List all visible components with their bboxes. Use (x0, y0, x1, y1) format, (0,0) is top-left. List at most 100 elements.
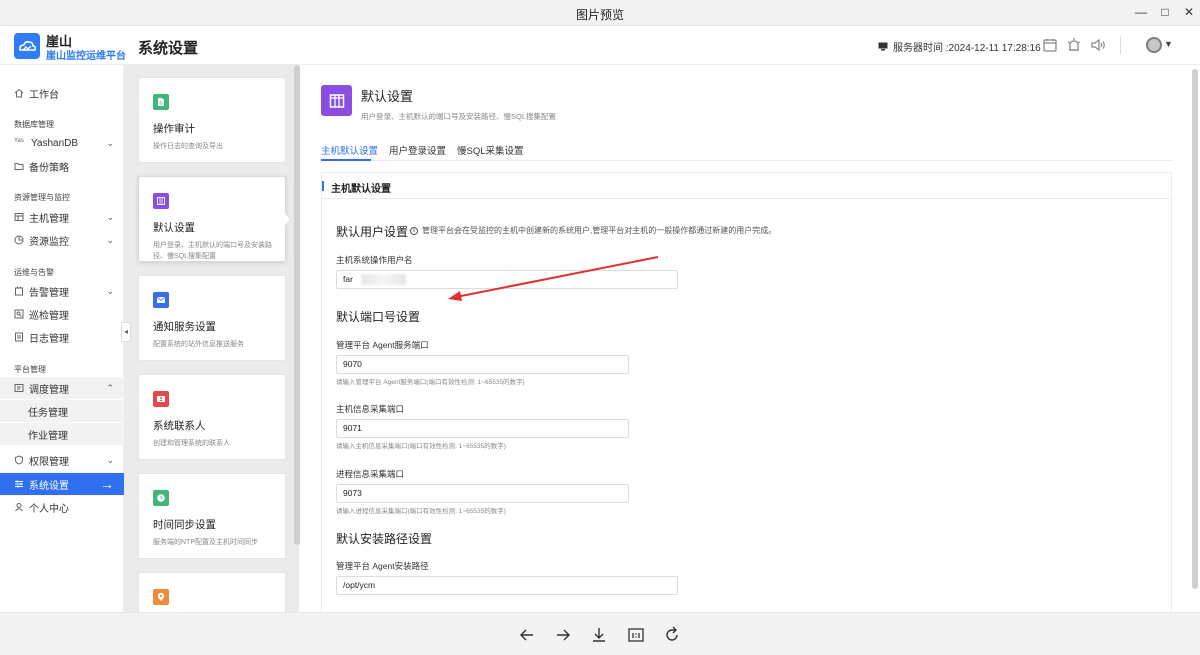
download-icon[interactable] (589, 625, 609, 645)
actual-size-icon[interactable] (626, 625, 646, 645)
arrow-left-icon[interactable] (517, 625, 537, 645)
arrow-right-icon: → (100, 476, 114, 492)
sidebar-item-yashandb[interactable]: Yas YashanDB ⌄ (0, 132, 124, 154)
maximize-button[interactable]: □ (1154, 2, 1176, 22)
tab-host-defaults[interactable]: 主机默认设置 (321, 143, 378, 157)
card-system-contacts[interactable]: 系统联系人 创建和管理系统的联系人 (138, 374, 286, 460)
schedule-icon (14, 383, 24, 393)
port-section-title: 默认端口号设置 (336, 308, 420, 325)
sidebar-item-label: 个人中心 (29, 500, 69, 515)
user-avatar[interactable] (1146, 37, 1162, 53)
card-desc: 用户登录、主机默认的端口号及安装路径、慢SQL搜集配置 (153, 240, 275, 262)
app-frame: 崖山 崖山监控运维平台 系统设置 服务器时间 :2024-12-11 17:28… (0, 26, 1200, 612)
sidebar-item-label: YashanDB (31, 138, 78, 149)
arrow-right-icon[interactable] (553, 625, 573, 645)
install-path-value: /opt/ycm (343, 580, 375, 590)
sidebar-item-label: 日志管理 (29, 330, 69, 345)
sidebar: 工作台 数据库管理 Yas YashanDB ⌄ 备份策略 资源管理与监控 主机… (0, 65, 124, 612)
main-content: 默认设置 用户登录、主机默认的端口号及安装路径、慢SQL搜集配置 主机默认设置 … (300, 65, 1200, 612)
tab-slow-sql[interactable]: 慢SQL采集设置 (457, 143, 524, 157)
default-settings-icon-bg (321, 85, 352, 116)
info-icon: i (410, 227, 418, 235)
host-port-input[interactable]: 9071 (336, 419, 629, 438)
sidebar-subitem-task-mgmt[interactable]: 任务管理 (0, 400, 124, 422)
settings-card-list: 操作审计 操作日志的查询及导出 默认设置 用户登录、主机默认的端口号及安装路径、… (124, 65, 299, 612)
sidebar-item-schedule-mgmt[interactable]: 调度管理 ⌃ (0, 377, 124, 399)
settings-grid-icon (156, 196, 166, 206)
card-desc: 配置系统的站外信息推送服务 (153, 339, 275, 350)
alarm-lamp-icon[interactable] (1066, 37, 1082, 53)
sidebar-item-inspection-mgmt[interactable]: 巡检管理 (0, 303, 124, 325)
sidebar-item-label: 系统设置 (29, 477, 69, 492)
sidebar-item-log-mgmt[interactable]: 日志管理 (0, 326, 124, 348)
card-icon-bg (153, 94, 169, 110)
host-port-help: 请输入主机信息采集端口(端口有效性检测: 1~65535的数字) (336, 440, 506, 450)
contact-icon (156, 394, 166, 404)
card-next-setting[interactable] (138, 572, 286, 612)
calendar-icon[interactable] (1042, 37, 1058, 53)
main-scrollbar[interactable] (1192, 69, 1198, 609)
card-icon-bg (153, 391, 169, 407)
agent-port-help: 请输入管理平台 Agent服务端口(端口有效性检测: 1~65535的数字) (336, 376, 525, 386)
sidebar-item-label: 工作台 (29, 86, 59, 101)
rotate-icon[interactable] (662, 625, 682, 645)
server-time-text: 服务器时间 :2024-12-11 17:28:16 (893, 39, 1041, 54)
sidebar-item-label: 备份策略 (29, 159, 69, 174)
card-time-sync[interactable]: 时间同步设置 服务端的NTP配置及主机时间同步 (138, 473, 286, 559)
card-title: 时间同步设置 (153, 517, 216, 532)
sidebar-item-alert-mgmt[interactable]: 告警管理 ⌄ (0, 280, 124, 302)
host-port-value: 9071 (343, 423, 362, 433)
card-desc: 操作日志的查询及导出 (153, 141, 275, 152)
sidebar-item-permission-mgmt[interactable]: 权限管理 ⌄ (0, 449, 124, 471)
install-path-input[interactable]: /opt/ycm (336, 576, 678, 595)
brand-subtitle: 崖山监控运维平台 (46, 47, 126, 62)
header-divider (1120, 36, 1121, 54)
main-scrollbar-thumb[interactable] (1192, 69, 1198, 589)
sidebar-item-label: 主机管理 (29, 210, 69, 225)
chevron-down-icon: ⌄ (106, 138, 114, 149)
window-title: 图片预览 (0, 6, 1200, 23)
process-port-help: 请输入进程信息采集端口(端口有效性检测: 1~65535的数字) (336, 505, 506, 515)
agent-port-input[interactable]: 9070 (336, 355, 629, 374)
sidebar-item-label: 资源监控 (29, 233, 69, 248)
sidebar-item-backup-policy[interactable]: 备份策略 (0, 155, 124, 177)
sidebar-item-workbench[interactable]: 工作台 (0, 82, 124, 104)
monitor-icon (878, 42, 888, 51)
sidebar-item-system-settings[interactable]: 系统设置 → (0, 473, 124, 495)
sidebar-item-resource-monitor[interactable]: 资源监控 ⌄ (0, 229, 124, 251)
sidebar-item-personal-center[interactable]: 个人中心 (0, 496, 124, 518)
card-operation-audit[interactable]: 操作审计 操作日志的查询及导出 (138, 77, 286, 163)
settings-grid-icon (328, 92, 346, 110)
chevron-down-icon: ⌄ (106, 212, 114, 223)
card-icon-bg (153, 490, 169, 506)
shield-icon (14, 455, 24, 465)
card-title: 操作审计 (153, 121, 195, 136)
speaker-icon[interactable] (1090, 37, 1106, 53)
alert-box-icon (14, 286, 24, 296)
card-desc: 服务端的NTP配置及主机时间同步 (153, 537, 275, 548)
sidebar-collapse-handle[interactable]: ◂ (121, 322, 131, 342)
sidebar-item-host-mgmt[interactable]: 主机管理 ⌄ (0, 206, 124, 228)
user-section-hint-text: 管理平台会在受监控的主机中创建新的系统用户,管理平台对主机的一般操作都通过新建的… (422, 225, 776, 236)
sidebar-subitem-job-mgmt[interactable]: 作业管理 (0, 423, 124, 445)
preview-toolbar (0, 612, 1200, 655)
process-port-input[interactable]: 9073 (336, 484, 629, 503)
minimize-button[interactable]: — (1130, 2, 1152, 22)
table-icon (14, 212, 24, 222)
card-notification-service[interactable]: 通知服务设置 配置系统的站外信息推送服务 (138, 275, 286, 361)
chevron-down-icon: ⌄ (106, 455, 114, 466)
chevron-down-icon: ⌄ (106, 235, 114, 246)
settings-tabs: 主机默认设置 用户登录设置 慢SQL采集设置 (321, 139, 1172, 161)
caret-down-icon[interactable]: ▼ (1164, 39, 1173, 49)
card-default-settings[interactable]: 默认设置 用户登录、主机默认的端口号及安装路径、慢SQL搜集配置 (138, 176, 286, 262)
host-port-label: 主机信息采集端口 (336, 403, 404, 415)
home-icon (14, 88, 24, 98)
brand-logo[interactable] (14, 33, 40, 59)
window-titlebar: 图片预览 — □ ✕ (0, 0, 1200, 26)
app-header: 崖山 崖山监控运维平台 系统设置 服务器时间 :2024-12-11 17:28… (0, 26, 1200, 65)
close-button[interactable]: ✕ (1178, 2, 1200, 22)
user-section-title: 默认用户设置 (336, 223, 408, 240)
username-input[interactable]: far (336, 270, 678, 289)
agent-port-label: 管理平台 Agent服务端口 (336, 339, 429, 351)
tab-user-login[interactable]: 用户登录设置 (389, 143, 446, 157)
